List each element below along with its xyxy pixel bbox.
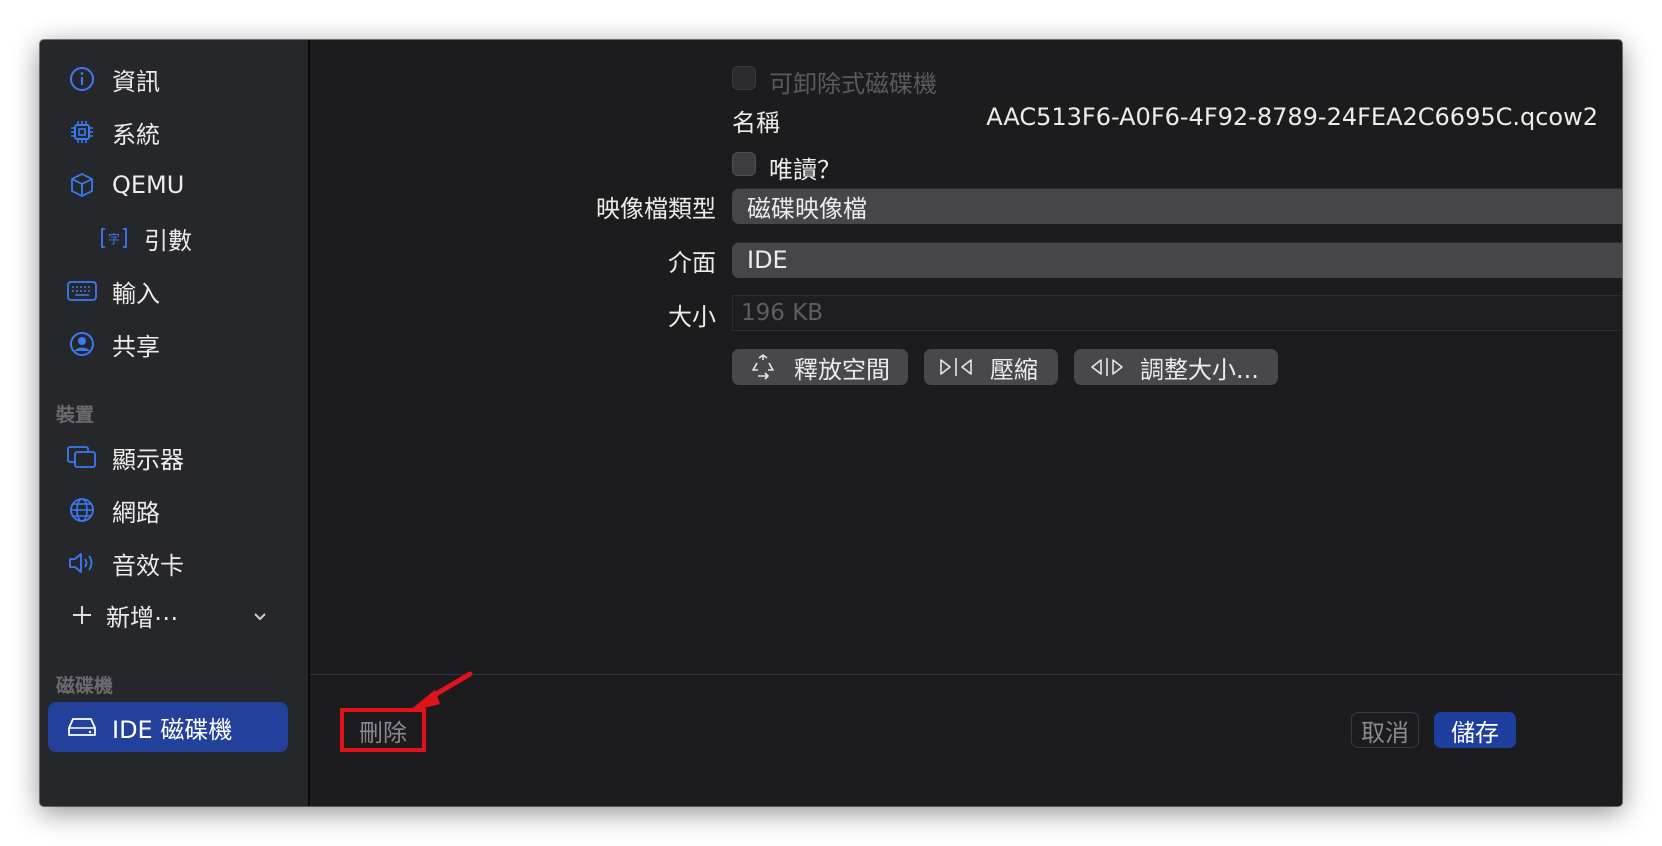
save-button[interactable]: 儲存 [1434,712,1516,748]
globe-icon [64,492,100,528]
name-value: AAC513F6-A0F6-4F92-8789-24FEA2C6695C.qco… [986,103,1598,131]
sidebar-item-ide-drive[interactable]: IDE 磁碟機 [48,702,288,752]
sidebar-item-label: 網路 [112,498,160,527]
sidebar-item-sharing[interactable]: 共享 [48,319,288,369]
speaker-icon [64,545,100,581]
sidebar-item-label: QEMU [112,171,185,199]
image-type-label: 映像檔類型 [596,195,716,223]
removable-drive-checkbox[interactable] [732,66,756,90]
resize-icon [1088,356,1126,378]
sidebar-item-input[interactable]: 輸入 [48,266,288,316]
compress-icon [938,356,974,378]
drives-section-label: 磁碟機 [56,675,114,697]
sidebar-item-display[interactable]: 顯示器 [48,432,288,482]
size-label: 大小 [668,303,716,331]
sidebar-item-label: 輸入 [112,279,160,308]
sidebar-item-info[interactable]: 資訊 [48,54,288,104]
readonly-label: 唯讀？ [769,156,841,184]
cpu-chip-icon [64,114,100,150]
sidebar-item-arguments[interactable]: 字 引數 [48,213,288,263]
sidebar-item-network[interactable]: 網路 [48,485,288,535]
sidebar-item-label: 新增⋯ [106,603,178,632]
interface-value: IDE [747,246,788,274]
reclaim-space-button[interactable]: 釋放空間 [732,349,908,385]
info-icon [64,61,100,97]
display-icon [64,439,100,475]
size-field[interactable]: 196 KB [732,295,1622,331]
resize-label: 調整大小... [1140,355,1259,384]
save-label: 儲存 [1451,718,1499,747]
compress-label: 壓縮 [990,355,1038,384]
sidebar-item-qemu[interactable]: QEMU [48,160,288,210]
removable-drive-label: 可卸除式磁碟機 [769,70,937,98]
interface-label: 介面 [668,249,716,277]
sidebar-item-add[interactable]: 新增⋯ [48,590,288,640]
cancel-label: 取消 [1361,718,1409,747]
annotation-arrow [408,671,473,712]
argument-icon: 字 [96,220,132,256]
reclaim-space-label: 釋放空間 [794,355,890,384]
sidebar: 資訊 系統 QEMU 字 引數 輸入 共享 裝置 顯示器 網路 音效卡 新增⋯ … [40,40,308,806]
plus-icon [64,597,100,633]
interface-select[interactable]: IDE [732,242,1622,278]
chevron-down-icon[interactable] [252,602,268,630]
cancel-button[interactable]: 取消 [1351,712,1419,748]
person-circle-icon [64,326,100,362]
sidebar-item-label: IDE 磁碟機 [112,715,233,744]
drive-settings-panel: 可卸除式磁碟機 名稱 AAC513F6-A0F6-4F92-8789-24FEA… [310,40,1622,806]
drive-icon [64,709,100,745]
cube-icon [64,167,100,203]
readonly-checkbox[interactable] [732,152,756,176]
image-type-select[interactable]: 磁碟映像檔 [732,188,1622,224]
sidebar-item-sound[interactable]: 音效卡 [48,538,288,588]
compress-button[interactable]: 壓縮 [924,349,1058,385]
image-type-value: 磁碟映像檔 [747,194,867,223]
keyboard-icon [64,273,100,309]
footer-divider [310,674,1622,675]
sidebar-item-system[interactable]: 系統 [48,107,288,157]
svg-text:字: 字 [108,231,120,246]
name-label: 名稱 [732,109,780,137]
sidebar-item-label: 資訊 [112,67,160,96]
sidebar-item-label: 系統 [112,120,160,149]
size-placeholder: 196 KB [741,300,824,326]
devices-section-label: 裝置 [56,404,95,426]
sidebar-item-label: 音效卡 [112,551,184,580]
sidebar-item-label: 引數 [144,226,192,255]
recycle-icon [748,354,778,380]
resize-button[interactable]: 調整大小... [1074,349,1278,385]
settings-window: 資訊 系統 QEMU 字 引數 輸入 共享 裝置 顯示器 網路 音效卡 新增⋯ … [40,40,1622,806]
sidebar-item-label: 共享 [112,332,160,361]
sidebar-item-label: 顯示器 [112,445,184,474]
